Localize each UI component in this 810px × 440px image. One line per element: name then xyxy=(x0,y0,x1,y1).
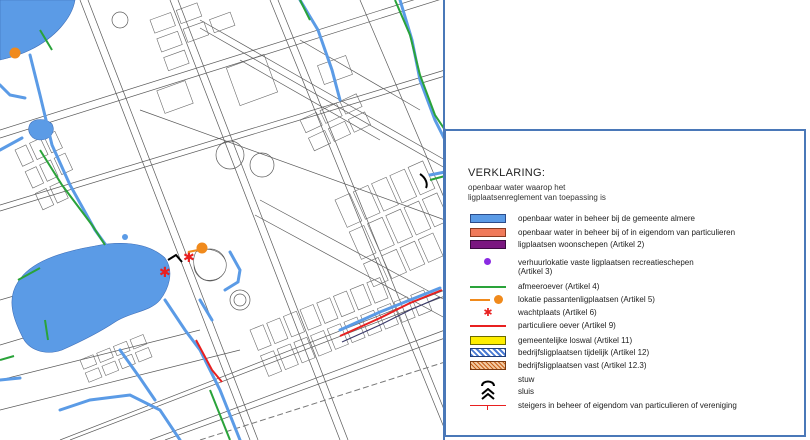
orange-line-dot-symbol xyxy=(470,295,506,304)
legend-label: stuw xyxy=(518,375,535,384)
legend-item-temporary-business: bedrijfsligplaatsen tijdelijk (Artikel 1… xyxy=(446,347,806,359)
rental-location-dot xyxy=(122,234,128,240)
rental-dot-symbol xyxy=(470,258,506,267)
legend-item-private-bank: particuliere oever (Artikel 9) xyxy=(446,320,806,332)
legend-subtitle-line2: ligplaatsenreglement van toepassing is xyxy=(468,193,606,202)
legend-label: lokatie passantenligplaatsen (Artikel 5) xyxy=(518,295,655,304)
legend-item-jetties: steigers in beheer of eigendom van parti… xyxy=(446,400,806,412)
steiger-icon xyxy=(470,401,506,410)
legend-label: openbaar water in beheer bij of in eigen… xyxy=(518,228,736,237)
quay-swatch xyxy=(470,336,506,345)
hatch-orange-swatch xyxy=(470,361,506,370)
legend-label-line2: (Artikel 3) xyxy=(518,267,553,276)
legend-label: sluis xyxy=(518,387,535,396)
legend-label: wachtplaats (Artikel 6) xyxy=(518,308,597,317)
legend-label: openbaar water in beheer bij de gemeente… xyxy=(518,214,696,223)
passenger-mooring-dot xyxy=(9,47,21,59)
passenger-mooring-dot xyxy=(196,242,208,254)
legend-item-private-water: openbaar water in beheer bij of in eigen… xyxy=(446,227,806,239)
legend-panel: VERKLARING: openbaar water waarop het li… xyxy=(444,129,806,437)
legend-label: afmeeroever (Artikel 4) xyxy=(518,282,600,291)
legend-item-rental-location: verhuurlokatie vaste ligplaatsen recreat… xyxy=(446,257,806,279)
legend-item-weir: stuw xyxy=(446,374,806,387)
houseboat-swatch xyxy=(470,240,506,249)
legend-item-passenger-moorings: lokatie passantenligplaatsen (Artikel 5) xyxy=(446,294,806,306)
asterisk-icon: ✱ xyxy=(483,306,493,319)
legend-item-mooring-bank: afmeeroever (Artikel 4) xyxy=(446,281,806,293)
hatch-blue-swatch xyxy=(470,348,506,357)
stuw-icon xyxy=(470,375,506,387)
legend-label: bedrijfsligplaatsen tijdelijk (Artikel 1… xyxy=(518,348,650,357)
svg-text:✱: ✱ xyxy=(159,265,171,281)
red-line-symbol xyxy=(470,321,506,330)
legend-item-houseboats: ligplaatsen woonschepen (Artikel 2) xyxy=(446,239,806,251)
sluis-icon xyxy=(470,387,506,400)
municipal-water-swatch xyxy=(470,214,506,223)
legend-subtitle-line1: openbaar water waarop het xyxy=(468,183,566,192)
legend-label: gemeentelijke loswal (Artikel 11) xyxy=(518,336,633,345)
legend-item-lock: sluis xyxy=(446,386,806,400)
legend-item-quay: gemeentelijke loswal (Artikel 11) xyxy=(446,335,806,347)
legend-label: ligplaatsen woonschepen (Artikel 2) xyxy=(518,240,645,249)
legend-label: steigers in beheer of eigendom van parti… xyxy=(518,401,737,410)
legend-item-municipal-water: openbaar water in beheer bij de gemeente… xyxy=(446,213,806,225)
private-water-swatch xyxy=(470,228,506,237)
legend-item-permanent-business: bedrijfsligplaatsen vast (Artikel 12.3) xyxy=(446,360,806,372)
legend-label: bedrijfsligplaatsen vast (Artikel 12.3) xyxy=(518,361,647,370)
legend-label: particuliere oever (Artikel 9) xyxy=(518,321,616,330)
green-line-symbol xyxy=(470,282,506,291)
map-background xyxy=(0,0,445,440)
legend-item-waiting-place: ✱ wachtplaats (Artikel 6) xyxy=(446,307,806,319)
legend-title: VERKLARING: xyxy=(468,167,546,179)
